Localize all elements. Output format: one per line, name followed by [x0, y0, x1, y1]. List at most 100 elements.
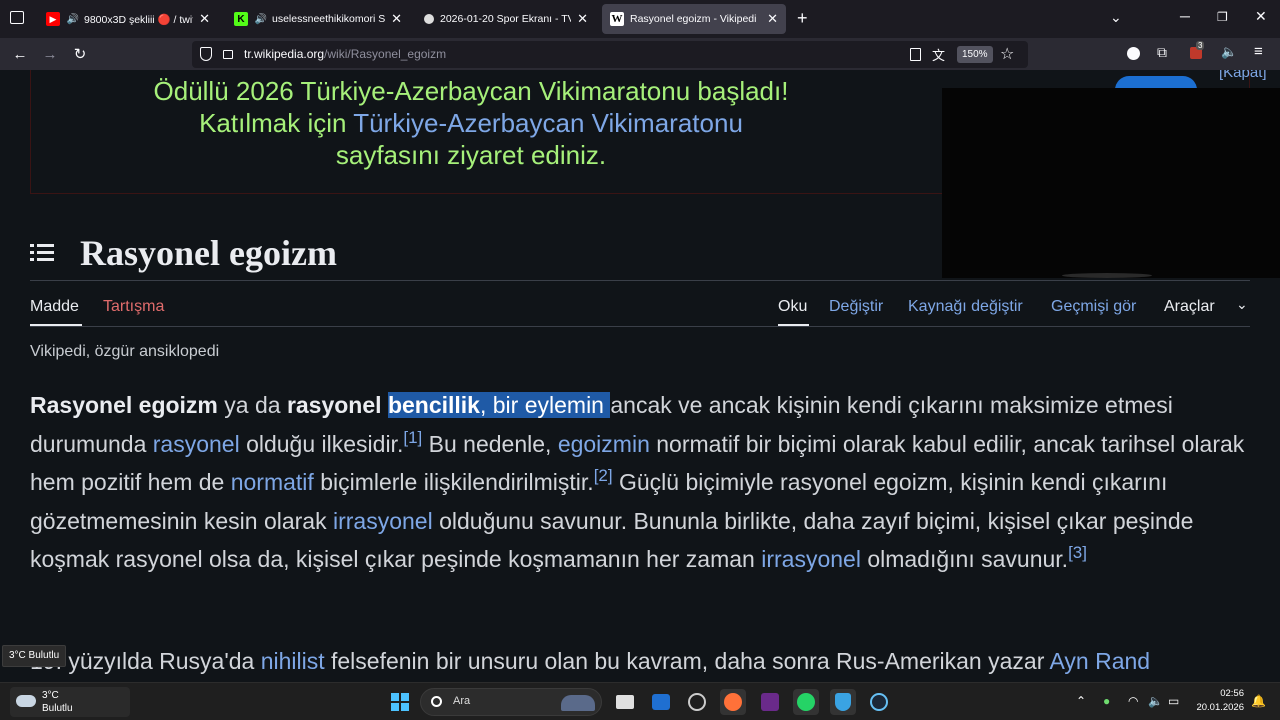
link-nihilist[interactable]: nihilist — [261, 648, 325, 674]
ublock-icon[interactable] — [1127, 47, 1140, 60]
window-shape — [616, 695, 634, 709]
steam-shape — [870, 693, 888, 711]
selected-text: bencillik, bir eylemin — [387, 392, 611, 418]
link-irrasyonel[interactable]: irrasyonel — [333, 508, 433, 534]
audio-icon[interactable]: 🔊 — [254, 12, 268, 26]
app-icon[interactable] — [757, 689, 783, 715]
article-paragraph-2: 19. yüzyılda Rusya'da nihilist felsefeni… — [30, 642, 1270, 680]
youtube-icon: ▶ — [46, 12, 60, 26]
url-text[interactable]: tr.wikipedia.org/wiki/Rasyonel_egoizm — [244, 47, 446, 61]
chevron-down-icon[interactable]: ⌄ — [1110, 9, 1122, 26]
bookmark-star-icon[interactable]: ☆ — [1000, 44, 1014, 64]
web-icon — [424, 14, 434, 24]
weather-widget[interactable]: 3°C Bulutlu — [10, 687, 130, 717]
translate-icon[interactable]: 文 — [932, 45, 945, 64]
navigation-bar: ← → ↻ tr.wikipedia.org/wiki/Rasyonel_ego… — [0, 38, 1280, 70]
tab-youtube[interactable]: ▶ 🔊 9800x3D şekliii 🔴 / twitch: I ✕ — [38, 4, 218, 34]
notification-icon[interactable]: 🔔 — [1251, 694, 1266, 708]
picture-in-picture-video[interactable] — [942, 88, 1280, 278]
search-icon — [431, 696, 442, 707]
reload-icon[interactable]: ↻ — [69, 44, 91, 64]
microphone-icon[interactable]: ● — [1103, 694, 1110, 708]
tabs-divider — [30, 326, 1250, 327]
audio-icon[interactable]: 🔊 — [66, 12, 80, 26]
reader-view-icon[interactable] — [910, 48, 921, 61]
chevron-up-icon[interactable]: ⌃ — [1076, 694, 1086, 708]
toc-icon[interactable] — [30, 243, 54, 268]
close-icon[interactable]: ✕ — [199, 11, 210, 27]
bold-term: bencillik — [387, 392, 480, 418]
tab-kick[interactable]: K 🔊 uselessneethikikomori Strea ✕ — [226, 4, 410, 34]
windows-start-icon[interactable] — [387, 689, 413, 715]
mail-icon[interactable] — [648, 689, 674, 715]
link-normatif[interactable]: normatif — [231, 469, 314, 495]
text: felsefenin bir unsuru olan bu kavram, da… — [324, 648, 1050, 674]
link-egoizmin[interactable]: egoizmin — [558, 431, 650, 457]
video-highlight — [1062, 273, 1152, 278]
tab-title: uselessneethikikomori Strea — [272, 13, 386, 25]
banner-line-2-prefix: Katılmak için — [199, 108, 354, 138]
banner-close-link[interactable]: [Kapat] — [1219, 70, 1267, 81]
tab-madde[interactable]: Madde — [30, 298, 79, 316]
reference-1[interactable]: [1] — [403, 428, 422, 447]
page-content: Ödüllü 2026 Türkiye-Azerbaycan Vikimarat… — [0, 70, 1280, 682]
volume-icon[interactable]: 🔈 — [1148, 694, 1163, 708]
banner-line-3: sayfasını ziyaret ediniz. — [335, 140, 607, 170]
tab-gecmisi-gor[interactable]: Geçmişi gör — [1051, 298, 1136, 316]
shield-icon[interactable] — [200, 47, 212, 61]
close-icon[interactable]: ✕ — [391, 11, 402, 27]
new-tab-button[interactable]: + — [797, 8, 808, 29]
article-paragraph-1: Rasyonel egoizm ya da rasyonel bencillik… — [30, 386, 1250, 579]
reference-3[interactable]: [3] — [1068, 543, 1087, 562]
chrome-icon[interactable] — [684, 689, 710, 715]
tab-list-icon[interactable] — [10, 11, 24, 24]
text: olduğu ilkesidir. — [239, 430, 404, 457]
tab-araclar[interactable]: Araçlar — [1164, 298, 1215, 316]
search-placeholder: Ara — [453, 695, 471, 707]
weather-tooltip: 3°C Bulutlu — [2, 645, 67, 667]
extension-badge-count: 3 — [1196, 41, 1205, 50]
text: biçimlerle ilişkilendirilmiştir. — [313, 469, 594, 496]
shield-shape — [835, 693, 851, 711]
speaker-icon[interactable]: 🔈 — [1221, 44, 1237, 60]
maximize-icon[interactable]: ❐ — [1217, 10, 1228, 24]
chevron-down-icon[interactable]: ⌄ — [1236, 296, 1248, 313]
tab-spor-ekrani[interactable]: 2026-01-20 Spor Ekranı - TV'de ✕ — [416, 4, 596, 34]
wifi-icon[interactable]: ◠ — [1128, 694, 1138, 708]
zoom-level[interactable]: 150% — [957, 46, 993, 63]
lock-icon[interactable] — [223, 50, 233, 59]
steam-icon[interactable] — [866, 689, 892, 715]
url-bar[interactable]: tr.wikipedia.org/wiki/Rasyonel_egoizm 文 … — [192, 41, 1028, 68]
banner-line-2: Katılmak için Türkiye-Azerbaycan Vikimar… — [31, 108, 911, 139]
tab-tartisma[interactable]: Tartışma — [103, 298, 164, 316]
shield-app-icon[interactable] — [830, 689, 856, 715]
tab-oku[interactable]: Oku — [778, 298, 807, 316]
url-path: /wiki/Rasyonel_egoizm — [324, 47, 447, 61]
tab-wikipedia[interactable]: W Rasyonel egoizm - Vikipedi ✕ — [602, 4, 786, 34]
menu-icon[interactable]: ≡ — [1254, 43, 1263, 60]
reference-2[interactable]: [2] — [594, 466, 613, 485]
back-icon[interactable]: ← — [9, 44, 31, 64]
search-highlight-icon — [561, 695, 595, 711]
forward-icon[interactable]: → — [39, 44, 61, 64]
taskbar-search[interactable]: Ara — [420, 688, 602, 716]
title-divider — [30, 280, 1250, 281]
close-icon[interactable]: ✕ — [767, 11, 778, 27]
whatsapp-icon[interactable] — [793, 689, 819, 715]
tab-kaynagi-degistir[interactable]: Kaynağı değiştir — [908, 298, 1023, 316]
battery-icon[interactable]: ▭ — [1168, 694, 1179, 708]
vikimaraton-link[interactable]: Türkiye-Azerbaycan Vikimaratonu — [353, 108, 743, 138]
tab-degistir[interactable]: Değiştir — [829, 298, 883, 316]
link-ayn-rand[interactable]: Ayn Rand — [1049, 648, 1150, 674]
link-irrasyonel[interactable]: irrasyonel — [761, 546, 861, 572]
minimize-icon[interactable]: ─ — [1180, 8, 1190, 24]
close-icon[interactable]: ✕ — [577, 11, 588, 27]
link-rasyonel[interactable]: rasyonel — [153, 431, 240, 457]
file-explorer-icon[interactable] — [612, 689, 638, 715]
chrome-shape — [688, 693, 706, 711]
close-window-icon[interactable]: ✕ — [1255, 8, 1267, 25]
clock[interactable]: 02:56 20.01.2026 — [1196, 687, 1244, 715]
firefox-icon[interactable] — [720, 689, 746, 715]
tab-strip: ▶ 🔊 9800x3D şekliii 🔴 / twitch: I ✕ K 🔊 … — [0, 0, 1280, 38]
extensions-icon[interactable]: ⧉ — [1157, 44, 1167, 61]
